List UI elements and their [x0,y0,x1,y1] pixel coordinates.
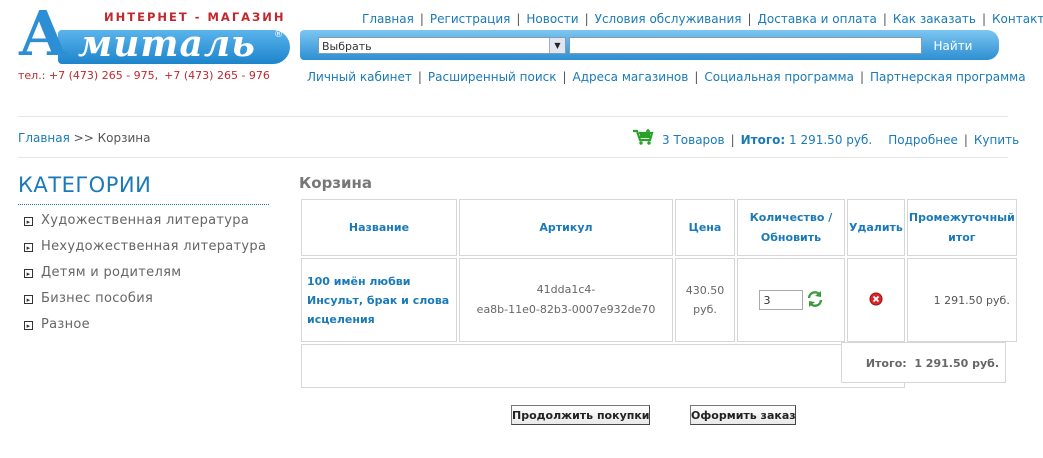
header-name: Название [301,199,457,256]
nav-home[interactable]: Главная [362,12,414,26]
nav-register[interactable]: Регистрация [430,12,510,26]
breadcrumb-separator: >> [73,131,94,145]
item-delete-cell [847,258,905,342]
article-line: 41dda1c4- [536,283,596,296]
breadcrumb-home[interactable]: Главная [18,131,70,145]
arrow-right-icon: ▸ [24,269,33,278]
nav-terms[interactable]: Условия обслуживания [595,12,742,26]
shopping-cart-icon[interactable] [632,129,654,148]
breadcrumb: Главная >> Корзина [18,131,150,145]
category-label: Нехудожественная литература [41,239,267,254]
item-name-link[interactable]: 100 имён любви Инсульт, брак и слова исц… [307,275,449,326]
total-label: Итого: [865,357,907,370]
category-label: Разное [41,317,90,332]
header-article: Артикул [459,199,673,256]
table-header-row: Название Артикул Цена Количество / Обнов… [301,199,1017,256]
chevron-down-icon[interactable]: ▼ [549,38,565,53]
item-subtotal: 1 291.50 руб. [906,258,1017,342]
total-row-empty [301,344,905,388]
header-subtotal: Промежуточный итог [906,199,1017,256]
divider [18,116,1008,117]
arrow-right-icon: ▸ [24,243,33,252]
item-price: 430.50 руб. [675,258,735,342]
category-label: Бизнес пособия [41,291,154,306]
logo-word[interactable]: миталь [78,24,256,64]
arrow-right-icon: ▸ [24,217,33,226]
search-category-select[interactable]: Выбрать ▼ [318,37,566,54]
phone-numbers: тел.: +7 (473) 265 - 975, +7 (473) 265 - … [18,69,270,82]
sub-nav: Личный кабинет | Расширенный поиск | Адреса … [307,70,1026,84]
nav-contacts[interactable]: Контакты [992,12,1043,26]
item-name-line: исцеления [307,312,375,326]
continue-shopping-button[interactable]: Продолжить покупки [511,405,650,425]
category-item[interactable]: ▸ Нехудожественная литература [24,239,266,265]
nav-social[interactable]: Социальная программа [704,70,854,84]
item-article: 41dda1c4- ea8b-11e0-82b3-0007e932de70 [459,258,673,342]
category-item[interactable]: ▸ Бизнес пособия [24,291,266,317]
categories-title: КАТЕГОРИИ [18,173,152,197]
category-item[interactable]: ▸ Разное [24,317,266,343]
header-subtotal-line2: итог [948,230,976,244]
item-name-line: Инсульт, брак и слова [307,293,450,307]
cart-total-value: 1 291.50 руб. [789,133,873,147]
search-input[interactable] [569,37,922,54]
breadcrumb-current: Корзина [97,131,151,145]
logo-initial[interactable]: А [18,2,69,66]
cart-summary: 3 Товаров | Итого: 1 291.50 руб. Подробнее |… [632,129,1019,150]
category-list: ▸ Художественная литература ▸ Нехудожестве… [24,213,266,343]
registered-mark: ® [274,30,283,40]
cart-total: Итого: 1 291.50 руб. [841,342,1006,383]
nav-stores[interactable]: Адреса магазинов [573,70,689,84]
nav-account[interactable]: Личный кабинет [307,70,412,84]
search-button[interactable]: Найти [928,37,978,55]
header-subtotal-line1: Промежуточный [908,210,1015,224]
cart-details-link[interactable]: Подробнее [888,133,958,147]
category-item[interactable]: ▸ Детям и родителям [24,265,266,291]
category-label: Художественная литература [41,213,250,228]
cart-buy-link[interactable]: Купить [974,133,1019,147]
header-delete: Удалить [847,199,905,256]
quantity-input[interactable]: 3 [758,290,803,310]
item-name-line: 100 имён любви [307,274,411,288]
category-item[interactable]: ▸ Художественная литература [24,213,266,239]
category-label: Детям и родителям [41,265,182,280]
price-value: 430.50 [685,284,725,297]
delete-icon[interactable] [869,292,883,309]
total-value: 1 291.50 руб. [914,357,999,370]
nav-how-to-order[interactable]: Как заказать [893,12,976,26]
header-quantity-line1: Количество / [749,210,833,224]
refresh-icon[interactable] [806,290,824,311]
nav-partner[interactable]: Партнерская программа [870,70,1026,84]
header-quantity: Количество / Обновить [737,199,845,256]
item-quantity-cell: 3 [737,258,845,342]
header-price: Цена [675,199,735,256]
phone-2: +7 (473) 265 - 976 [164,69,270,82]
select-value: Выбрать [322,40,372,53]
nav-delivery[interactable]: Доставка и оплата [758,12,877,26]
item-name-cell: 100 имён любви Инсульт, брак и слова исц… [301,258,457,342]
price-currency: руб. [693,303,717,316]
logo-tagline: ИНТЕРНЕТ - МАГАЗИН [104,10,286,24]
page-title: Корзина [299,174,373,192]
nav-advanced-search[interactable]: Расширенный поиск [428,70,557,84]
nav-news[interactable]: Новости [526,12,578,26]
checkout-button[interactable]: Оформить заказ [690,405,796,425]
top-nav: Главная | Регистрация | Новости | Условия обсл… [362,12,1043,26]
cart-item-count[interactable]: 3 Товаров [662,133,725,147]
categories-divider [18,204,269,205]
table-row: 100 имён любви Инсульт, брак и слова исц… [301,258,1017,342]
cart-total-label: Итого: [740,133,786,147]
arrow-right-icon: ▸ [24,295,33,304]
header-quantity-line2: Обновить [760,230,822,244]
arrow-right-icon: ▸ [24,321,33,330]
article-line: ea8b-11e0-82b3-0007e932de70 [476,303,656,316]
divider [18,157,1008,158]
phone-1: тел.: +7 (473) 265 - 975, [18,69,159,82]
